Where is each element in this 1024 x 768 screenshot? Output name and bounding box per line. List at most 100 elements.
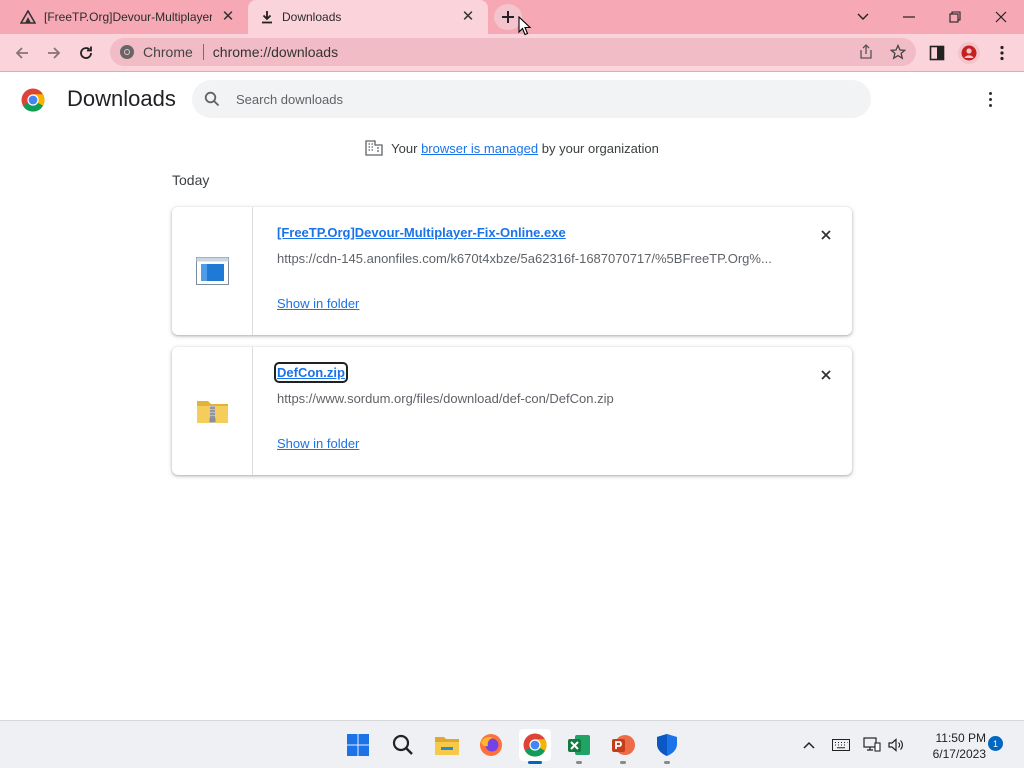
file-name-link[interactable]: DefCon.zip — [274, 362, 348, 383]
firefox-button[interactable] — [475, 729, 507, 761]
defender-button[interactable] — [651, 729, 683, 764]
file-url[interactable]: https://cdn-145.anonfiles.com/k670t4xbze… — [277, 251, 777, 266]
file-icon-column — [172, 347, 253, 475]
freetp-favicon-icon — [20, 10, 36, 24]
running-indicator — [528, 761, 542, 764]
minimize-button[interactable] — [886, 0, 932, 34]
kebab-menu-icon — [1000, 45, 1004, 61]
bookmark-star-icon[interactable] — [890, 44, 906, 60]
site-chip-label: Chrome — [143, 44, 193, 60]
tab-search-button[interactable] — [840, 0, 886, 34]
side-panel-button[interactable] — [924, 40, 950, 66]
volume-button[interactable] — [886, 735, 906, 755]
tab-freetp[interactable]: [FreeTP.Org]Devour-Multiplayer-Fix-Onlin… — [8, 0, 248, 34]
running-indicator — [576, 761, 582, 764]
remove-download-button[interactable] — [816, 225, 836, 245]
tab-title: Downloads — [282, 10, 342, 24]
tab-downloads[interactable]: Downloads ✕ — [248, 0, 488, 34]
plus-icon — [502, 11, 514, 23]
windows-taskbar: 11:50 PM 6/17/2023 — [0, 720, 1024, 768]
reload-button[interactable] — [73, 40, 99, 66]
profile-avatar[interactable] — [958, 42, 980, 64]
excel-button[interactable] — [563, 729, 595, 764]
tab-close-icon[interactable]: ✕ — [220, 9, 236, 25]
side-panel-icon — [929, 45, 945, 61]
chrome-logo-icon — [21, 88, 45, 112]
speaker-icon — [888, 738, 903, 752]
close-icon — [821, 230, 831, 240]
downloads-menu-button[interactable] — [980, 88, 1000, 110]
close-icon — [821, 370, 831, 380]
keyboard-icon — [832, 739, 850, 751]
file-icon-column — [172, 207, 253, 335]
powerpoint-icon — [612, 735, 635, 755]
managed-prefix: Your — [391, 141, 418, 156]
arrow-right-icon — [48, 47, 61, 59]
minimize-icon — [903, 16, 915, 18]
powerpoint-button[interactable] — [607, 729, 639, 764]
clock-time: 11:50 PM — [935, 731, 986, 745]
close-window-button[interactable] — [978, 0, 1024, 34]
browser-toolbar: Chrome chrome://downloads — [0, 34, 1024, 72]
close-icon — [995, 11, 1007, 23]
arrow-left-icon — [15, 47, 28, 59]
search-box[interactable] — [192, 80, 871, 118]
file-name-link[interactable]: [FreeTP.Org]Devour-Multiplayer-Fix-Onlin… — [277, 225, 566, 240]
firefox-icon — [480, 734, 502, 756]
download-item: [FreeTP.Org]Devour-Multiplayer-Fix-Onlin… — [172, 207, 852, 335]
menu-dot — [988, 97, 992, 101]
show-in-folder-link[interactable]: Show in folder — [277, 436, 359, 451]
browser-managed-link[interactable]: browser is managed — [421, 141, 538, 156]
forward-button[interactable] — [41, 40, 67, 66]
excel-icon — [568, 735, 590, 755]
chevron-up-icon — [803, 741, 815, 749]
share-icon[interactable] — [858, 44, 874, 60]
downloads-header: Downloads — [0, 72, 1024, 128]
reload-icon — [80, 46, 92, 59]
folder-icon — [435, 737, 459, 755]
address-bar[interactable]: Chrome chrome://downloads — [110, 38, 916, 66]
start-button[interactable] — [342, 729, 374, 761]
file-url[interactable]: https://www.sordum.org/files/download/de… — [277, 391, 777, 406]
mouse-cursor-icon — [518, 16, 532, 36]
date-header: Today — [172, 172, 210, 188]
tab-strip: [FreeTP.Org]Devour-Multiplayer-Fix-Onlin… — [0, 0, 1024, 34]
search-icon — [392, 734, 413, 755]
notification-badge[interactable]: 1 — [988, 736, 1003, 751]
network-icon — [863, 737, 881, 752]
chrome-chip-icon — [120, 45, 134, 59]
menu-dot — [988, 91, 992, 95]
shield-icon — [657, 734, 677, 756]
building-icon — [365, 140, 383, 156]
taskbar-search-button[interactable] — [387, 729, 419, 761]
omnibox-divider — [202, 44, 204, 60]
remove-download-button[interactable] — [816, 365, 836, 385]
zip-folder-icon — [197, 401, 228, 423]
file-explorer-button[interactable] — [431, 729, 463, 761]
tab-close-icon[interactable]: ✕ — [460, 9, 476, 25]
keyboard-button[interactable] — [830, 735, 852, 755]
back-button[interactable] — [9, 40, 35, 66]
managed-notice: Your browser is managed by your organiza… — [0, 140, 1024, 156]
clock-date: 6/17/2023 — [932, 747, 986, 761]
restore-button[interactable] — [932, 0, 978, 34]
running-indicator — [620, 761, 626, 764]
download-item: DefCon.zip https://www.sordum.org/files/… — [172, 347, 852, 475]
person-icon — [961, 45, 977, 61]
site-chip[interactable]: Chrome — [110, 44, 193, 60]
show-in-folder-link[interactable]: Show in folder — [277, 296, 359, 311]
chrome-icon — [523, 733, 547, 757]
download-icon — [262, 11, 272, 24]
managed-suffix: by your organization — [541, 141, 659, 156]
url-text[interactable]: chrome://downloads — [213, 44, 338, 60]
show-hidden-icons-button[interactable] — [800, 735, 818, 755]
network-button[interactable] — [862, 735, 882, 755]
restore-icon — [949, 11, 961, 23]
exe-file-icon — [196, 257, 229, 285]
running-indicator — [664, 761, 670, 764]
system-clock[interactable]: 11:50 PM 6/17/2023 — [914, 730, 986, 762]
chrome-menu-button[interactable] — [989, 40, 1015, 66]
tab-title: [FreeTP.Org]Devour-Multiplayer-Fix-Onlin… — [44, 10, 212, 24]
search-input[interactable] — [236, 80, 836, 118]
chrome-taskbar-button[interactable] — [519, 729, 551, 764]
